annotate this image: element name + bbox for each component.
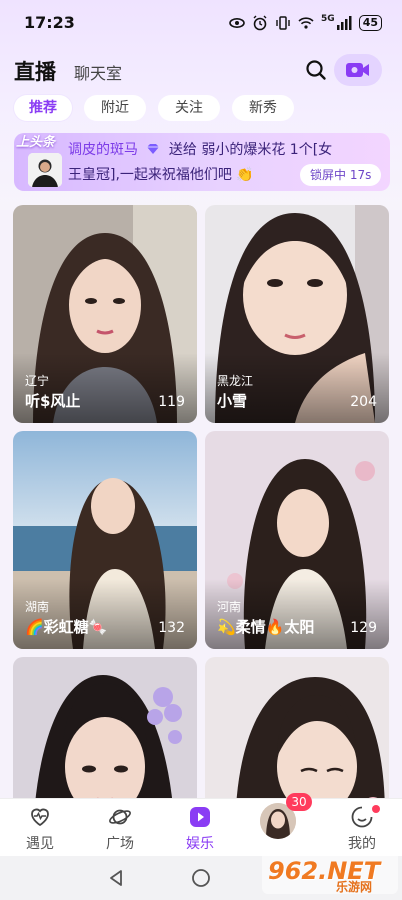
card-province: 河南 <box>217 600 242 614</box>
banner-message-line2: 王皇冠],一起来祝福他们吧 👏 <box>68 164 254 184</box>
headline-tag: 上头条 <box>16 135 56 150</box>
clap-icon: 👏 <box>231 167 254 183</box>
gem-icon <box>147 144 160 154</box>
status-icons: 5G 45 <box>229 14 382 32</box>
tab-follow[interactable]: 关注 <box>158 95 220 121</box>
tab-nearby[interactable]: 附近 <box>84 95 146 121</box>
notification-dot <box>372 805 380 813</box>
back-icon[interactable] <box>106 868 126 888</box>
sender-name: 调皮的斑马 <box>68 142 138 158</box>
gift-message: 送给 弱小的爆米花 1个[女 <box>168 142 333 158</box>
card-nickname: 小雪 <box>217 392 248 410</box>
vibrate-icon <box>276 16 290 30</box>
card-nickname: 🌈彩虹糖🍬 <box>25 618 108 636</box>
nav-label: 娱乐 <box>186 836 214 852</box>
category-tabs: 推荐 附近 关注 新秀 <box>14 95 294 121</box>
wifi-icon <box>298 17 314 29</box>
planet-icon <box>109 809 131 825</box>
live-card[interactable]: 河南 💫柔情🔥太阳 129 <box>205 431 389 649</box>
card-viewer-count: 132 <box>158 620 185 636</box>
status-time: 17:23 <box>24 13 75 32</box>
network-type: 5G <box>321 14 335 24</box>
card-viewer-count: 129 <box>350 620 377 636</box>
card-province: 黑龙江 <box>217 374 254 388</box>
live-card[interactable]: 湖南 🌈彩虹糖🍬 132 <box>13 431 197 649</box>
banner-avatar <box>28 153 62 187</box>
nav-label: 广场 <box>106 836 134 852</box>
alarm-icon <box>253 15 267 31</box>
card-province: 辽宁 <box>25 374 50 388</box>
battery-indicator: 45 <box>358 15 382 31</box>
card-viewer-count: 204 <box>350 394 377 410</box>
card-nickname: 💫柔情🔥太阳 <box>217 618 315 636</box>
nav-entertainment[interactable]: 娱乐 <box>170 805 230 853</box>
live-card[interactable]: 黑龙江 小雪 204 <box>205 205 389 423</box>
chatroom-tab[interactable]: 聊天室 <box>74 60 122 84</box>
status-bar: 17:23 5G 45 <box>0 0 402 44</box>
header: 直播 聊天室 <box>0 50 402 90</box>
home-icon[interactable] <box>190 867 212 889</box>
card-nickname: 听$风止 <box>25 392 81 410</box>
tab-recommend[interactable]: 推荐 <box>14 95 72 121</box>
nav-square[interactable]: 广场 <box>90 805 150 853</box>
headline-banner[interactable]: 上头条 调皮的斑马 送给 弱小的爆米花 1个[女 王皇冠],一起来祝福他们吧 👏… <box>14 133 390 191</box>
start-live-button[interactable] <box>334 54 382 86</box>
banner-message-line1: 调皮的斑马 送给 弱小的爆米花 1个[女 <box>68 139 332 159</box>
message-badge: 30 <box>286 793 312 811</box>
live-card[interactable]: 辽宁 听$风止 119 <box>13 205 197 423</box>
smile-icon <box>351 806 373 828</box>
lock-timer-pill[interactable]: 锁屏中 17s <box>300 164 382 186</box>
heart-pulse-icon <box>31 808 49 827</box>
eye-icon <box>229 18 245 28</box>
watermark-subtext: 乐游网 <box>336 880 373 894</box>
video-camera-icon <box>346 63 369 77</box>
tab-newcomer[interactable]: 新秀 <box>232 95 294 121</box>
card-province: 湖南 <box>25 600 50 614</box>
card-viewer-count: 119 <box>158 394 185 410</box>
gift-message-cont: 王皇冠],一起来祝福他们吧 <box>68 167 232 183</box>
signal-icon <box>336 16 352 30</box>
search-icon <box>306 60 326 80</box>
page-title[interactable]: 直播 <box>14 56 56 86</box>
search-button[interactable] <box>302 56 330 84</box>
nav-meet[interactable]: 遇见 <box>10 805 70 853</box>
nav-label: 遇见 <box>26 836 54 852</box>
play-icon <box>190 807 210 827</box>
